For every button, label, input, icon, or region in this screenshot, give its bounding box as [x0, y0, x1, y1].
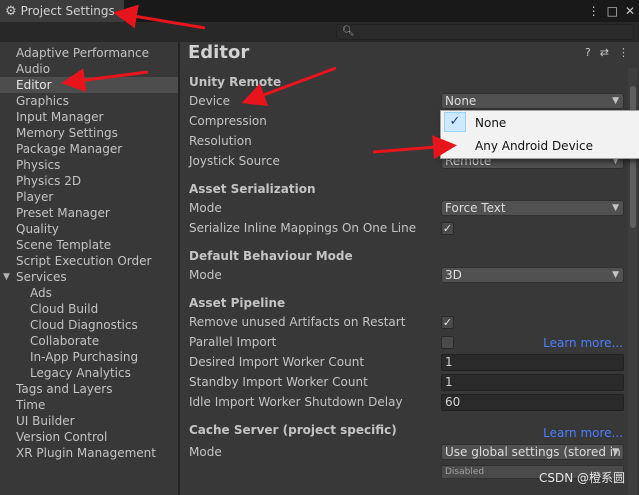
gear-icon: ⚙ — [5, 3, 17, 19]
section-default-behaviour-mode: Default Behaviour Mode — [189, 249, 353, 263]
sidebar-item-editor[interactable]: Editor — [0, 77, 178, 93]
sidebar-item-adaptive-performance[interactable]: Adaptive Performance — [0, 45, 178, 61]
sidebar-item-tags-and-layers[interactable]: Tags and Layers — [0, 381, 178, 397]
watermark: CSDN @橙系圆 — [538, 471, 625, 485]
sidebar-item-cloud-diagnostics[interactable]: Cloud Diagnostics — [0, 317, 178, 333]
section-cache-server: Cache Server (project specific) — [189, 423, 397, 437]
sidebar-item-preset-manager[interactable]: Preset Manager — [0, 205, 178, 221]
idle-shutdown-delay-field[interactable]: 60 — [441, 394, 624, 411]
serialization-mode-value: Force Text — [445, 201, 506, 215]
device-label: Device — [189, 94, 231, 108]
help-icon[interactable]: ? — [585, 46, 591, 59]
sidebar-item-services[interactable]: ▼ Services — [0, 269, 178, 285]
expand-triangle-icon[interactable]: ▼ — [3, 269, 10, 285]
sidebar-item-physics-2d[interactable]: Physics 2D — [0, 173, 178, 189]
device-value: None — [445, 94, 477, 108]
sidebar-item-input-manager[interactable]: Input Manager — [0, 109, 178, 125]
cache-mode-value: Use global settings (stored in — [445, 445, 621, 459]
close-icon[interactable]: ✕ — [625, 4, 635, 18]
page-title: Editor — [188, 42, 250, 63]
sidebar-item-scene-template[interactable]: Scene Template — [0, 237, 178, 253]
sidebar-item-audio[interactable]: Audio — [0, 61, 178, 77]
idle-shutdown-delay-label: Idle Import Worker Shutdown Delay — [189, 395, 403, 409]
sidebar-item-ui-builder[interactable]: UI Builder — [0, 413, 178, 429]
section-asset-serialization: Asset Serialization — [189, 182, 316, 196]
sidebar-item-player[interactable]: Player — [0, 189, 178, 205]
standby-worker-count-field[interactable]: 1 — [441, 374, 624, 391]
joystick-source-label: Joystick Source — [189, 154, 280, 168]
chevron-down-icon: ▼ — [612, 447, 619, 457]
sidebar-item-time[interactable]: Time — [0, 397, 178, 413]
section-unity-remote: Unity Remote — [189, 75, 282, 89]
desired-worker-count-label: Desired Import Worker Count — [189, 355, 365, 369]
serialize-inline-checkbox[interactable]: ✓ — [441, 222, 454, 235]
remove-artifacts-label: Remove unused Artifacts on Restart — [189, 315, 406, 329]
behaviour-mode-dropdown[interactable]: 3D ▼ — [441, 267, 624, 283]
sidebar-item-legacy-analytics[interactable]: Legacy Analytics — [0, 365, 178, 381]
device-dropdown-popup: ✓ None Any Android Device — [440, 110, 639, 159]
tab-project-settings[interactable]: ⚙ Project Settings — [0, 0, 124, 22]
sidebar-item-memory-settings[interactable]: Memory Settings — [0, 125, 178, 141]
serialization-mode-label: Mode — [189, 201, 222, 215]
standby-worker-count-label: Standby Import Worker Count — [189, 375, 368, 389]
sidebar-item-graphics[interactable]: Graphics — [0, 93, 178, 109]
chevron-down-icon: ▼ — [612, 96, 619, 106]
sidebar-item-script-execution-order[interactable]: Script Execution Order — [0, 253, 178, 269]
parallel-import-label: Parallel Import — [189, 335, 277, 349]
behaviour-mode-value: 3D — [445, 268, 462, 282]
sidebar-item-quality[interactable]: Quality — [0, 221, 178, 237]
device-option-any-android[interactable]: Any Android Device — [441, 136, 639, 156]
chevron-down-icon: ▼ — [612, 203, 619, 213]
compression-label: Compression — [189, 114, 267, 128]
chevron-down-icon: ▼ — [612, 270, 619, 280]
sidebar-item-in-app-purchasing[interactable]: In-App Purchasing — [0, 349, 178, 365]
sidebar: Adaptive Performance Audio Editor Graphi… — [0, 42, 178, 495]
sidebar-item-version-control[interactable]: Version Control — [0, 429, 178, 445]
parallel-import-checkbox[interactable] — [441, 336, 454, 349]
window-buttons: ⋮ □ ✕ — [588, 0, 635, 22]
sidebar-item-xr-plugin-management[interactable]: XR Plugin Management — [0, 445, 178, 461]
serialize-inline-label: Serialize Inline Mappings On One Line — [189, 221, 417, 235]
header-icons: ? ⇄ ⋮ — [585, 46, 629, 59]
preset-icon[interactable]: ⇄ — [600, 46, 609, 59]
resolution-label: Resolution — [189, 134, 252, 148]
maximize-icon[interactable]: □ — [607, 4, 618, 18]
learn-more-link[interactable]: Learn more... — [543, 336, 623, 350]
sidebar-item-cloud-build[interactable]: Cloud Build — [0, 301, 178, 317]
device-option-none[interactable]: None — [441, 113, 639, 133]
title-bar: ⚙ Project Settings ⋮ □ ✕ — [0, 0, 639, 22]
desired-worker-count-field[interactable]: 1 — [441, 354, 624, 371]
sidebar-item-physics[interactable]: Physics — [0, 157, 178, 173]
cache-mode-dropdown[interactable]: Use global settings (stored in ▼ — [441, 444, 624, 460]
more-menu-icon[interactable]: ⋮ — [588, 4, 600, 18]
cache-mode-label: Mode — [189, 445, 222, 459]
device-dropdown[interactable]: None ▼ — [441, 93, 624, 109]
sidebar-item-collaborate[interactable]: Collaborate — [0, 333, 178, 349]
search-bar: 🔍︎ — [0, 22, 639, 42]
sidebar-item-package-manager[interactable]: Package Manager — [0, 141, 178, 157]
sidebar-item-ads[interactable]: Ads — [0, 285, 178, 301]
cache-learn-more-link[interactable]: Learn more... — [543, 426, 623, 440]
more-icon[interactable]: ⋮ — [618, 46, 629, 59]
search-input[interactable]: 🔍︎ — [336, 24, 634, 40]
section-asset-pipeline: Asset Pipeline — [189, 296, 286, 310]
serialization-mode-dropdown[interactable]: Force Text ▼ — [441, 200, 624, 216]
remove-artifacts-checkbox[interactable]: ✓ — [441, 316, 454, 329]
tab-title: Project Settings — [20, 4, 115, 18]
sidebar-item-label: Services — [16, 270, 67, 284]
search-icon: 🔍︎ — [342, 26, 355, 37]
behaviour-mode-label: Mode — [189, 268, 222, 282]
